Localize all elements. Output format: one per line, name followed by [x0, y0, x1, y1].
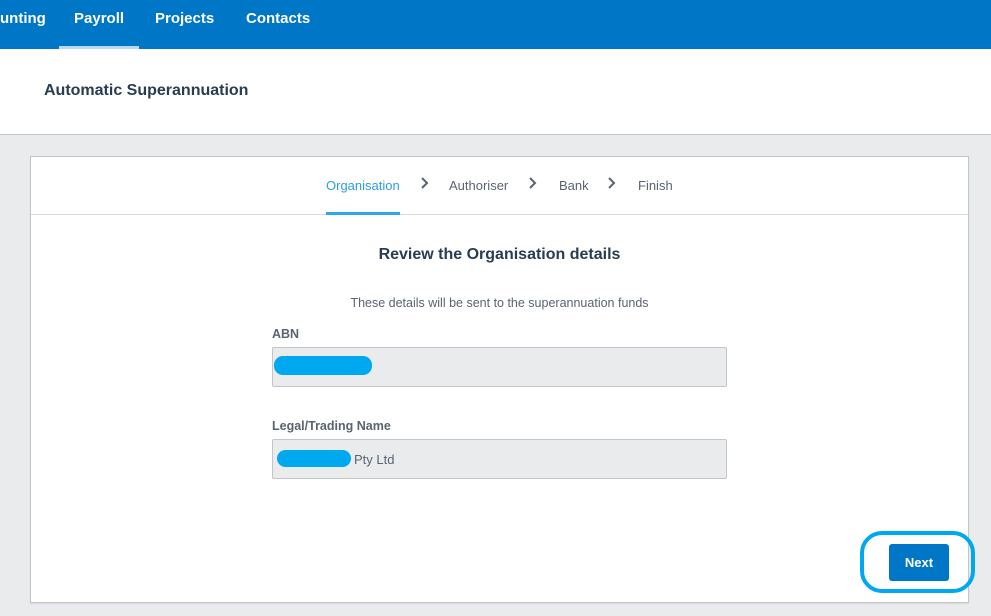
step-authoriser[interactable]: Authoriser: [449, 178, 508, 193]
nav-item-contacts[interactable]: Contacts: [246, 0, 310, 49]
redaction-mask: [277, 450, 351, 467]
nav-item-payroll[interactable]: Payroll: [58, 0, 140, 49]
page-title: Automatic Superannuation: [44, 82, 249, 99]
legal-name-label: Legal/Trading Name: [272, 419, 391, 433]
form-subtitle: These details will be sent to the supera…: [350, 296, 649, 310]
abn-label: ABN: [272, 327, 300, 341]
chevron-right-icon: [420, 176, 430, 190]
step-organisation[interactable]: Organisation: [326, 178, 400, 215]
redaction-mask: [274, 356, 372, 375]
wizard-card: Organisation Authoriser Bank Finish Revi…: [30, 156, 969, 603]
nav-item-accounting[interactable]: unting: [0, 0, 46, 49]
top-navigation-bar: unting Payroll Projects Contacts: [0, 0, 991, 49]
nav-item-projects[interactable]: Projects: [155, 0, 214, 49]
page-header: Automatic Superannuation: [0, 49, 991, 135]
wizard-stepper: Organisation Authoriser Bank Finish: [31, 157, 968, 215]
step-bank[interactable]: Bank: [559, 178, 589, 193]
chevron-right-icon: [607, 176, 617, 190]
next-button[interactable]: Next: [889, 544, 949, 581]
chevron-right-icon: [528, 176, 538, 190]
abn-field[interactable]: [272, 347, 727, 387]
step-finish[interactable]: Finish: [638, 178, 673, 193]
legal-name-value: Pty Ltd: [354, 452, 395, 467]
form-title: Review the Organisation details: [378, 246, 621, 263]
legal-name-field[interactable]: Pty Ltd: [272, 439, 727, 479]
